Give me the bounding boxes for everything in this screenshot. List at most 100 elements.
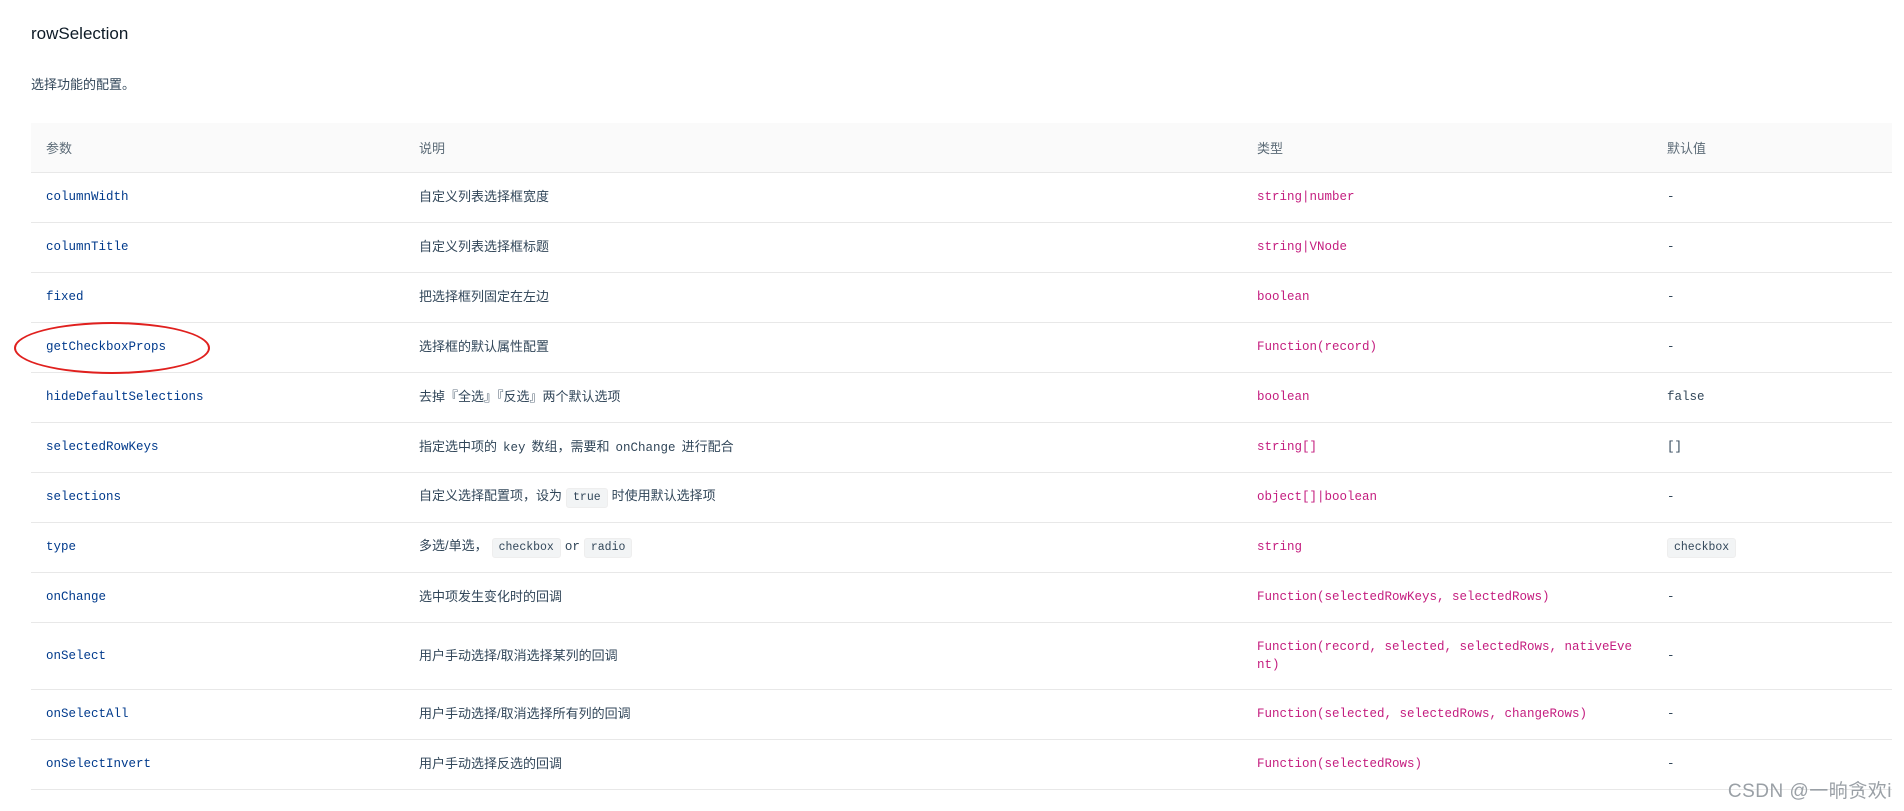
default-cell: -: [1652, 622, 1892, 690]
default-cell: checkbox: [1652, 522, 1892, 573]
type-text: object[]|boolean: [1257, 490, 1378, 504]
description-cell: 自定义选择配置项，设为 true 时使用默认选择项: [404, 472, 1242, 523]
header-param: 参数: [31, 123, 404, 173]
description-text: 用户手动选择/取消选择所有列的回调: [419, 706, 631, 721]
inline-code: key: [503, 440, 526, 455]
description-cell: 自定义列表选择框标题: [404, 222, 1242, 273]
description-text: 指定选中项的: [419, 438, 498, 454]
description-text: 去掉『全选』『反选』两个默认选项: [419, 389, 621, 404]
type-text: Function(selectedRows): [1257, 757, 1423, 771]
description-text: 用户手动选择/取消选择某列的回调: [419, 647, 618, 663]
description-cell: 用户手动选择/取消选择所有列的回调: [404, 689, 1242, 740]
table-row: hideDefaultSelections 去掉『全选』『反选』两个默认选项 b…: [31, 372, 1892, 423]
table-row: type 多选/单选， checkbox or radio string checkb…: [31, 522, 1892, 573]
type-text: Function(selectedRowKeys, selectedRows): [1257, 590, 1550, 604]
description-cell: 多选/单选， checkbox or radio: [404, 522, 1242, 573]
section-description: 选择功能的配置。: [31, 77, 136, 92]
param-cell: onChange: [31, 572, 404, 623]
table-row: columnTitle 自定义列表选择框标题 string|VNode -: [31, 222, 1892, 273]
description-cell: 选择框的默认属性配置: [404, 322, 1242, 373]
param-cell: selections: [31, 472, 404, 523]
description-text: 选择框的默认属性配置: [419, 339, 550, 354]
header-description: 说明: [404, 123, 1242, 173]
type-text: Function(selected, selectedRows, changeR…: [1257, 707, 1588, 721]
table-row: selections 自定义选择配置项，设为 true 时使用默认选择项 objec…: [31, 472, 1892, 523]
description-cell: 选中项发生变化时的回调: [404, 572, 1242, 623]
type-cell: string: [1242, 522, 1652, 573]
type-cell: boolean: [1242, 372, 1652, 423]
description-text: 数组，需要和: [531, 438, 610, 454]
param-cell: columnWidth: [31, 172, 404, 223]
description-cell: 自定义列表选择框宽度: [404, 172, 1242, 223]
section-title: rowSelection: [31, 24, 129, 43]
type-cell: string|VNode: [1242, 222, 1652, 273]
param-cell: getCheckboxProps: [31, 322, 404, 373]
table-row: fixed 把选择框列固定在左边 boolean -: [31, 272, 1892, 323]
description-text: or: [564, 539, 580, 554]
inline-code: onChange: [615, 440, 676, 455]
header-default: 默认值: [1652, 123, 1892, 173]
type-cell: Function(selected, selectedRows, changeR…: [1242, 689, 1652, 740]
table-row: onSelectInvert 用户手动选择反选的回调 Function(sele…: [31, 739, 1892, 790]
param-cell: hideDefaultSelections: [31, 372, 404, 423]
type-cell: boolean: [1242, 272, 1652, 323]
api-table-header: 参数 说明 类型 默认值: [31, 123, 1892, 173]
default-cell: -: [1652, 222, 1892, 273]
watermark: CSDN @一晌贪欢i: [1727, 781, 1892, 802]
description-text: 自定义选择配置项，设为: [419, 487, 563, 503]
param-cell: onSelect: [31, 622, 404, 690]
description-text: 用户手动选择反选的回调: [419, 756, 563, 771]
table-row: onSelect 用户手动选择/取消选择某列的回调 Function(recor…: [31, 622, 1892, 690]
description-cell: 把选择框列固定在左边: [404, 272, 1242, 323]
description-cell: 用户手动选择/取消选择某列的回调: [404, 622, 1242, 690]
param-cell: onSelectAll: [31, 689, 404, 740]
type-text: Function(record): [1257, 340, 1378, 354]
type-cell: Function(record, selected, selectedRows,…: [1242, 622, 1652, 690]
default-cell: -: [1652, 172, 1892, 223]
param-cell: onSelectInvert: [31, 739, 404, 790]
api-table-body: columnWidth 自定义列表选择框宽度 string|number - c…: [31, 172, 1892, 790]
description-cell: 用户手动选择反选的回调: [404, 739, 1242, 790]
type-cell: Function(selectedRowKeys, selectedRows): [1242, 572, 1652, 623]
table-row: onSelectAll 用户手动选择/取消选择所有列的回调 Function(s…: [31, 689, 1892, 740]
api-table: 参数 说明 类型 默认值 columnWidth 自定义列表选择框宽度 stri…: [31, 123, 1892, 790]
default-cell: -: [1652, 322, 1892, 373]
description-text: 选中项发生变化时的回调: [419, 589, 563, 604]
param-cell: type: [31, 522, 404, 573]
type-cell: Function(record): [1242, 322, 1652, 373]
default-cell: -: [1652, 689, 1892, 740]
default-cell: -: [1652, 572, 1892, 623]
description-cell: 指定选中项的 key 数组，需要和 onChange 进行配合: [404, 422, 1242, 473]
type-text: string: [1257, 540, 1303, 554]
param-cell: fixed: [31, 272, 404, 323]
type-text: string|VNode: [1257, 240, 1348, 254]
type-cell: Function(selectedRows): [1242, 739, 1652, 790]
default-cell: []: [1652, 422, 1892, 473]
header-type: 类型: [1242, 123, 1652, 173]
table-row: columnWidth 自定义列表选择框宽度 string|number -: [31, 172, 1892, 223]
code-tag: radio: [583, 537, 633, 558]
code-tag: checkbox: [491, 537, 561, 558]
description-text: 自定义列表选择框标题: [419, 239, 550, 254]
param-cell: columnTitle: [31, 222, 404, 273]
code-tag: true: [566, 487, 608, 508]
description-text: 多选/单选，: [419, 537, 488, 553]
type-text: Function(record, selected, selectedRows,…: [1257, 639, 1633, 672]
type-cell: string|number: [1242, 172, 1652, 223]
type-text: string[]: [1257, 440, 1318, 454]
default-cell: -: [1652, 472, 1892, 523]
type-cell: string[]: [1242, 422, 1652, 473]
description-text: 进行配合: [681, 438, 734, 454]
description-cell: 去掉『全选』『反选』两个默认选项: [404, 372, 1242, 423]
code-tag: checkbox: [1667, 537, 1737, 558]
description-text: 自定义列表选择框宽度: [419, 189, 550, 204]
type-text: string|number: [1257, 190, 1355, 204]
table-row: onChange 选中项发生变化时的回调 Function(selectedRo…: [31, 572, 1892, 623]
default-cell: false: [1652, 372, 1892, 423]
table-row: getCheckboxProps 选择框的默认属性配置 Function(rec…: [31, 322, 1892, 373]
description-text: 时使用默认选择项: [611, 487, 716, 503]
type-text: boolean: [1257, 390, 1310, 404]
default-cell: -: [1652, 272, 1892, 323]
type-text: boolean: [1257, 290, 1310, 304]
type-cell: object[]|boolean: [1242, 472, 1652, 523]
